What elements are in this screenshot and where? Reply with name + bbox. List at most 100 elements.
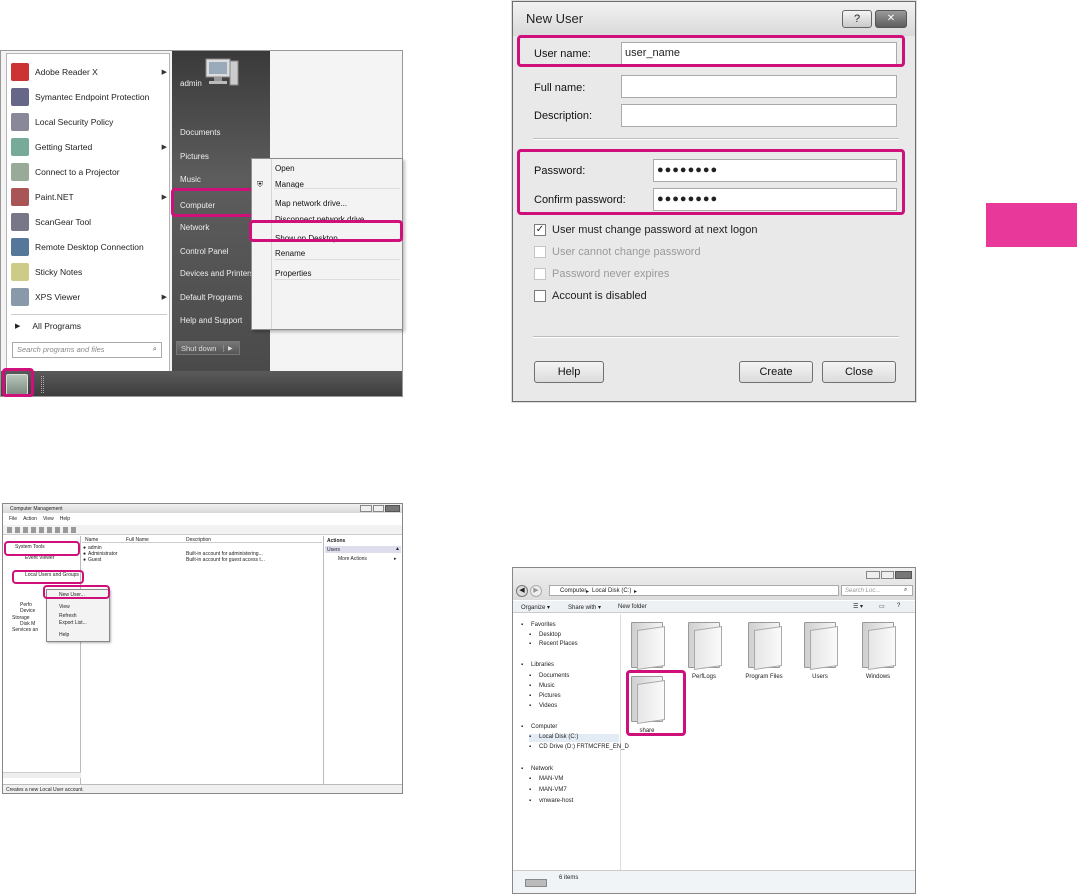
option-user-must-change-password-at-next-logon[interactable]: ✓ User must change password at next logon — [534, 224, 757, 236]
help-button[interactable]: Help — [534, 361, 604, 383]
full-name-input[interactable] — [621, 75, 897, 98]
collapse-icon[interactable]: ▲ — [395, 546, 400, 552]
menu-action[interactable]: Action — [23, 516, 37, 522]
context-item-open[interactable]: Open — [275, 164, 295, 173]
folder-unnamed[interactable] — [627, 622, 667, 670]
maximize-button[interactable] — [880, 571, 895, 579]
start-right-item-network[interactable]: Network — [180, 223, 209, 232]
column-header-full-name[interactable]: Full Name — [126, 537, 149, 543]
start-right-item-documents[interactable]: Documents — [180, 128, 220, 137]
breadcrumb-local-disk[interactable]: Local Disk (C:) — [592, 588, 631, 594]
menu-view[interactable]: View — [43, 516, 54, 522]
view-options-icon[interactable]: ☰ ▾ — [853, 603, 863, 610]
tree-item-services-an[interactable]: Services an — [12, 627, 38, 633]
ex-toolbar: Organize ▾ Share with ▾ New folder ☰ ▾ ▭? — [513, 601, 915, 613]
nav-vmware-host[interactable]: ▪ vmware-host — [529, 798, 619, 806]
program-item-symantec-endpoint-protection[interactable]: Symantec Endpoint Protection — [11, 85, 167, 109]
program-item-scangear-tool[interactable]: ScanGear Tool — [11, 210, 167, 234]
program-item-remote-desktop-connection[interactable]: Remote Desktop Connection — [11, 235, 167, 259]
program-item-xps-viewer[interactable]: XPS Viewer ▶ — [11, 285, 167, 309]
create-button[interactable]: Create — [739, 361, 813, 383]
minimize-button[interactable] — [866, 571, 880, 579]
program-item-sticky-notes[interactable]: Sticky Notes — [11, 260, 167, 284]
start-right-item-music[interactable]: Music — [180, 175, 201, 184]
start-right-item-pictures[interactable]: Pictures — [180, 152, 209, 161]
column-header-name[interactable]: Name — [85, 537, 98, 543]
folder-icon: ▪ — [529, 632, 532, 638]
nav-documents[interactable]: ▪ Documents — [529, 673, 619, 681]
program-item-getting-started[interactable]: Getting Started ▶ — [11, 135, 167, 159]
start-right-item-devices-and-printers[interactable]: Devices and Printers — [180, 269, 254, 278]
table-row[interactable]: ● Guest Built-in account for guest access … — [82, 557, 322, 563]
tree-item-device[interactable]: Device — [20, 608, 35, 614]
start-right-item-default-programs[interactable]: Default Programs — [180, 293, 242, 302]
cm-context-refresh[interactable]: Refresh — [59, 613, 77, 619]
context-item-properties[interactable]: Properties — [275, 269, 311, 278]
back-button[interactable]: ◀ — [516, 585, 528, 597]
nav-recent-places[interactable]: ▪ Recent Places — [529, 641, 619, 649]
toolbar-share-with[interactable]: Share with ▾ — [568, 604, 601, 611]
toolbar-new-folder[interactable]: New folder — [618, 604, 647, 610]
checkbox-icon[interactable] — [534, 290, 546, 302]
program-item-paint-net[interactable]: Paint.NET ▶ — [11, 185, 167, 209]
shutdown-arrow-icon[interactable]: ▶ — [223, 344, 233, 352]
folder-perflogs[interactable]: PerfLogs — [684, 622, 724, 680]
start-right-item-help-and-support[interactable]: Help and Support — [180, 316, 242, 325]
nav-favorites[interactable]: ▪ Favorites — [521, 622, 619, 630]
cm-tree-scrollbar[interactable] — [3, 772, 81, 778]
description-input[interactable] — [621, 104, 897, 127]
program-item-adobe-reader-x[interactable]: Adobe Reader X ▶ — [11, 60, 167, 84]
cm-toolbar — [3, 525, 402, 535]
option-account-is-disabled[interactable]: Account is disabled — [534, 290, 647, 302]
checkbox-checked-icon[interactable]: ✓ — [534, 224, 546, 236]
minimize-button[interactable] — [360, 505, 372, 512]
column-header-description[interactable]: Description — [186, 537, 211, 543]
cm-context-export-list[interactable]: Export List... — [59, 620, 87, 626]
cm-context-view[interactable]: View — [59, 604, 70, 610]
nav-desktop[interactable]: ▪ Desktop — [529, 632, 619, 640]
shutdown-button[interactable]: Shut down ▶ — [176, 341, 240, 355]
folder-windows[interactable]: Windows — [858, 622, 898, 680]
forward-button[interactable]: ▶ — [530, 585, 542, 597]
nav-network[interactable]: ▪ Network — [521, 766, 619, 774]
help-title-button[interactable]: ? — [842, 10, 872, 28]
menu-file[interactable]: File — [9, 516, 17, 522]
maximize-button[interactable] — [372, 505, 385, 512]
nav-cd-drive-d-frtmcfre-en-d[interactable]: ▪ CD Drive (D:) FRTMCFRE_EN_D — [529, 744, 629, 752]
program-item-connect-to-a-projector[interactable]: Connect to a Projector — [11, 160, 167, 184]
folder-users[interactable]: Users — [800, 622, 840, 680]
breadcrumb-computer[interactable]: Computer — [560, 588, 586, 594]
nav-man-vm[interactable]: ▪ MAN-VM — [529, 776, 619, 784]
all-programs-item[interactable]: ▶ All Programs — [11, 318, 81, 334]
cm-context-help[interactable]: Help — [59, 632, 69, 638]
nav-videos[interactable]: ▪ Videos — [529, 703, 619, 711]
nav-libraries[interactable]: ▪ Libraries — [521, 662, 619, 670]
address-bar[interactable]: Computer ▸ Local Disk (C:) ▸ — [549, 585, 839, 596]
nav-man-vm7[interactable]: ▪ MAN-VM7 — [529, 787, 619, 795]
folder-program-files[interactable]: Program Files — [744, 622, 784, 680]
program-item-local-security-policy[interactable]: Local Security Policy — [11, 110, 167, 134]
close-title-button[interactable]: ✕ — [875, 10, 907, 28]
context-item-rename[interactable]: Rename — [275, 249, 305, 258]
start-right-item-admin[interactable]: admin — [180, 79, 202, 88]
menu-help[interactable]: Help — [60, 516, 70, 522]
start-search-input[interactable]: Search programs and files ⌕ — [12, 342, 162, 358]
more-actions-link[interactable]: More Actions — [338, 556, 367, 562]
chevron-right-icon: ▸ — [586, 589, 590, 595]
nav-pictures[interactable]: ▪ Pictures — [529, 693, 619, 701]
actions-users-header[interactable]: Users ▲ — [325, 546, 401, 553]
explorer-search-input[interactable]: Search Loc... ⌕ — [841, 585, 913, 596]
close-button[interactable] — [895, 571, 912, 579]
start-right-item-control-panel[interactable]: Control Panel — [180, 247, 228, 256]
help-icon[interactable]: ? — [897, 603, 900, 609]
context-item-map-network-drive[interactable]: Map network drive... — [275, 199, 347, 208]
close-button[interactable] — [385, 505, 401, 512]
nav-local-disk-c[interactable]: ▪ Local Disk (C:) — [529, 734, 619, 742]
drive-icon: ▪ — [529, 734, 532, 740]
nav-computer[interactable]: ▪ Computer — [521, 724, 619, 732]
cm-statusbar: Creates a new Local User account. — [3, 784, 402, 793]
nav-music[interactable]: ▪ Music — [529, 683, 619, 691]
toolbar-organize[interactable]: Organize ▾ — [521, 604, 550, 611]
preview-pane-icon[interactable]: ▭ — [879, 603, 885, 610]
close-button[interactable]: Close — [822, 361, 896, 383]
